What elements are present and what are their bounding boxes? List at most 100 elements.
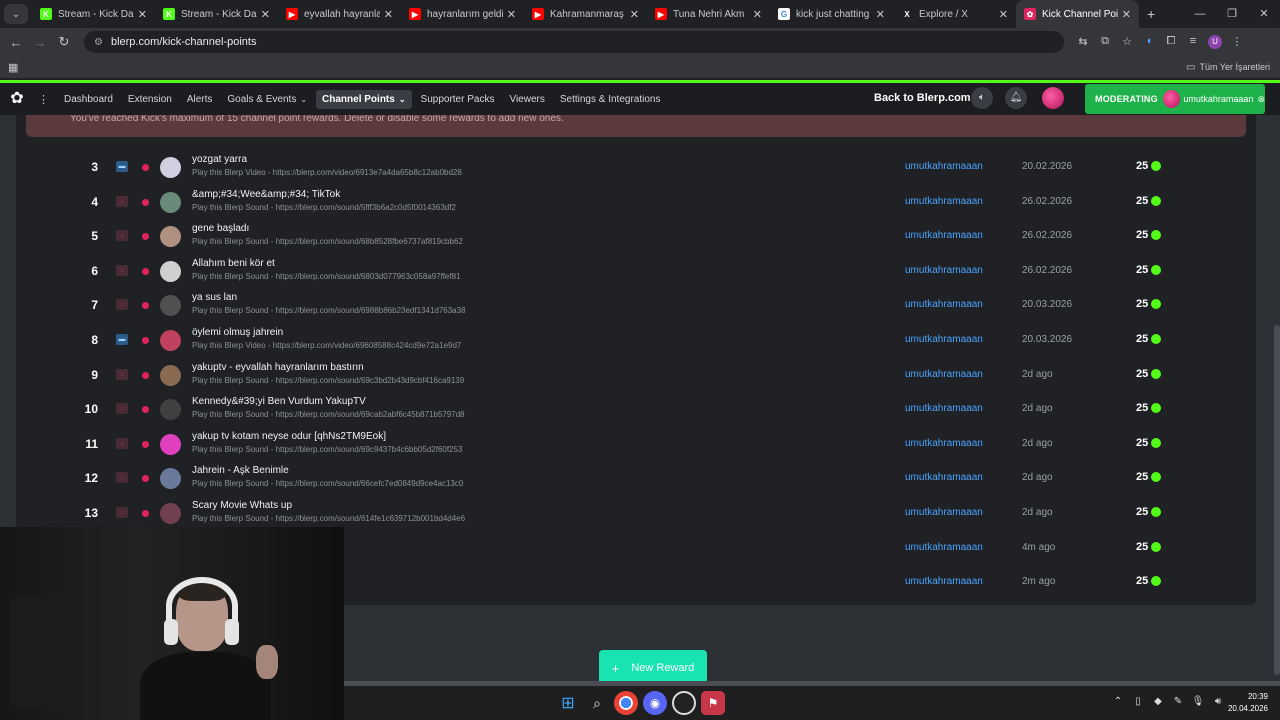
reward-row[interactable]: 13 ♪ Scary Movie Whats up Play this Blerp S…: [16, 496, 1256, 531]
close-tab-icon[interactable]: ✕: [384, 8, 393, 21]
translate-icon[interactable]: ⇆: [1072, 35, 1094, 49]
close-tab-icon[interactable]: ✕: [630, 8, 639, 21]
reward-row[interactable]: 7 ♪ ya sus lan Play this Blerp Sound - http…: [16, 288, 1256, 323]
microphone-icon[interactable]: 🎙︎: [1188, 696, 1208, 707]
new-tab-button[interactable]: +: [1147, 6, 1155, 22]
browser-menu-icon[interactable]: ⋮: [1226, 35, 1248, 49]
battery-icon[interactable]: ▯: [1128, 696, 1148, 707]
browser-tab[interactable]: ✿ Kick Channel Points | ✕: [1016, 0, 1139, 28]
notification-bell-icon[interactable]: 🔔︎: [1005, 87, 1027, 109]
enabled-status-icon[interactable]: [1151, 299, 1161, 310]
enabled-status-icon[interactable]: [1151, 506, 1161, 517]
browser-tab[interactable]: ▶ Tuna Nehri Akm ✕: [647, 0, 770, 28]
all-bookmarks-button[interactable]: ▭ Tüm Yer İşaretleri: [1186, 62, 1270, 73]
tray-update-icon[interactable]: ✎: [1168, 696, 1188, 707]
back-button[interactable]: ←: [4, 35, 28, 50]
close-tab-icon[interactable]: ✕: [753, 8, 762, 21]
enabled-status-icon[interactable]: [1151, 161, 1161, 171]
sound-type-icon[interactable]: ♪: [116, 403, 128, 415]
taskbar-search-icon[interactable]: ⌕: [585, 691, 609, 715]
video-type-icon[interactable]: ▬: [116, 161, 128, 172]
enabled-status-icon[interactable]: [1151, 333, 1161, 344]
bookmark-star-icon[interactable]: ☆: [1116, 35, 1138, 49]
reward-creator-link[interactable]: umutkahramaaan: [905, 196, 983, 207]
reward-creator-link[interactable]: umutkahramaaan: [905, 576, 983, 587]
close-moderating-icon[interactable]: ⊗: [1257, 94, 1265, 105]
enabled-status-icon[interactable]: [1151, 541, 1161, 552]
blerp-logo-icon[interactable]: ✿: [8, 90, 26, 108]
reward-creator-link[interactable]: umutkahramaaan: [905, 542, 983, 553]
kick-app-icon[interactable]: ⚑: [701, 691, 725, 715]
scrollbar-thumb[interactable]: [1274, 325, 1280, 675]
reward-creator-link[interactable]: umutkahramaaan: [905, 265, 983, 276]
reward-creator-link[interactable]: umutkahramaaan: [905, 403, 983, 414]
browser-tab[interactable]: K Stream - Kick Dashbo ✕: [155, 0, 278, 28]
url-bar[interactable]: ⚙ blerp.com/kick-channel-points: [84, 31, 1064, 53]
speaker-icon[interactable]: 🔊︎: [1208, 696, 1228, 707]
reward-row[interactable]: 6 ♪ Allahım beni kör et Play this Blerp Sou…: [16, 254, 1256, 289]
maximize-button[interactable]: ❐: [1216, 0, 1248, 28]
sound-type-icon[interactable]: ♪: [116, 472, 128, 484]
sound-type-icon[interactable]: ♪: [116, 506, 128, 518]
close-tab-icon[interactable]: ✕: [507, 8, 516, 21]
reward-row[interactable]: 4 ♪ &amp;#34;Wee&amp;#34; TikTok Play this …: [16, 185, 1256, 220]
reward-creator-link[interactable]: umutkahramaaan: [905, 161, 983, 172]
nav-item-goals-events[interactable]: Goals & Events ⌄: [221, 90, 313, 109]
browser-tab[interactable]: ▶ hayranlarım geldi yin ✕: [401, 0, 524, 28]
profile-avatar[interactable]: U: [1208, 35, 1222, 49]
reward-creator-link[interactable]: umutkahramaaan: [905, 299, 983, 310]
apps-grid-icon[interactable]: ▦: [8, 61, 18, 74]
reward-creator-link[interactable]: umutkahramaaan: [905, 369, 983, 380]
enabled-status-icon[interactable]: [1151, 437, 1161, 448]
reward-row[interactable]: 5 ♪ gene başladı Play this Blerp Sound - ht…: [16, 219, 1256, 254]
obs-icon[interactable]: [672, 691, 696, 715]
back-to-blerp-link[interactable]: Back to Blerp.com: [874, 92, 971, 104]
windows-start-icon[interactable]: ⊞: [556, 691, 580, 715]
close-tab-icon[interactable]: ✕: [138, 8, 147, 21]
reward-row[interactable]: 12 ♪ Jahrein - Aşk Benimle Play this Blerp …: [16, 461, 1256, 496]
reward-row[interactable]: 9 ♪ yakuptv - eyvallah hayranlarım bastırı…: [16, 358, 1256, 393]
nav-item-channel-points[interactable]: Channel Points ⌄: [316, 89, 412, 109]
browser-tab[interactable]: K Stream - Kick Dashbo ✕: [32, 0, 155, 28]
nav-item-extension[interactable]: Extension: [122, 90, 178, 109]
browser-tab[interactable]: ▶ Kahramanmaraş ve Ş ✕: [524, 0, 647, 28]
sound-type-icon[interactable]: ♪: [116, 437, 128, 449]
reward-row[interactable]: 10 ♪ Kennedy&#39;yi Ben Vurdum YakupTV Play…: [16, 392, 1256, 427]
extensions-puzzle-icon[interactable]: ⧠: [1160, 35, 1182, 49]
browser-tab[interactable]: X Explore / X ✕: [893, 0, 1016, 28]
sound-type-icon[interactable]: ♪: [116, 368, 128, 380]
discord-icon[interactable]: ◉: [643, 691, 667, 715]
browser-tab[interactable]: Gkick just chatting yaz ✕: [770, 0, 893, 28]
user-avatar[interactable]: [1042, 87, 1064, 109]
tray-overflow-icon[interactable]: ⌃: [1108, 696, 1128, 707]
enabled-status-icon[interactable]: [1151, 230, 1161, 241]
reward-row[interactable]: 8 ▬ öylemi olmuş jahrein Play this Blerp Vi…: [16, 323, 1256, 358]
reward-creator-link[interactable]: umutkahramaaan: [905, 507, 983, 518]
enabled-status-icon[interactable]: [1151, 264, 1161, 275]
enabled-status-icon[interactable]: [1151, 576, 1161, 587]
enabled-status-icon[interactable]: [1151, 472, 1161, 483]
sound-type-icon[interactable]: ♪: [116, 195, 128, 207]
more-menu-icon[interactable]: ⋮: [38, 93, 49, 106]
volume-icon[interactable]: 🔈︎: [971, 87, 993, 109]
video-type-icon[interactable]: ▬: [116, 333, 128, 345]
sound-type-icon[interactable]: ♪: [116, 264, 128, 276]
enabled-status-icon[interactable]: [1151, 403, 1161, 414]
system-clock[interactable]: 20:39 20.04.2026: [1228, 691, 1268, 715]
nav-item-settings-integrations[interactable]: Settings & Integrations: [554, 90, 667, 109]
extension-icon[interactable]: ◖: [1138, 35, 1160, 49]
close-tab-icon[interactable]: ✕: [1122, 8, 1131, 21]
media-control-icon[interactable]: ≡: [1182, 35, 1204, 49]
nav-item-dashboard[interactable]: Dashboard: [58, 90, 119, 109]
sound-type-icon[interactable]: ♪: [116, 299, 128, 311]
enabled-status-icon[interactable]: [1151, 368, 1161, 379]
reward-creator-link[interactable]: umutkahramaaan: [905, 334, 983, 345]
tray-app-icon[interactable]: ◆: [1148, 696, 1168, 707]
nav-item-alerts[interactable]: Alerts: [181, 90, 219, 109]
reward-creator-link[interactable]: umutkahramaaan: [905, 230, 983, 241]
close-tab-icon[interactable]: ✕: [876, 8, 885, 21]
forward-button[interactable]: →: [28, 35, 52, 50]
reward-creator-link[interactable]: umutkahramaaan: [905, 438, 983, 449]
chrome-icon[interactable]: [614, 691, 638, 715]
browser-tab[interactable]: ▶ eyvallah hayranlarım ✕: [278, 0, 401, 28]
